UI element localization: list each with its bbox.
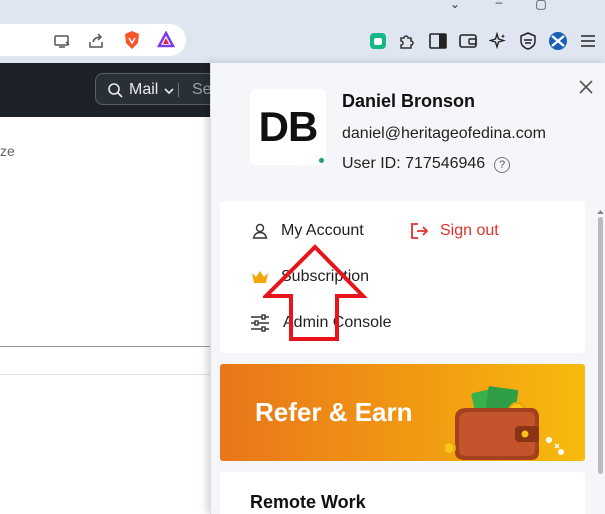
zoho-extension-icon[interactable] [368, 31, 388, 51]
remote-work-card: Remote Work [220, 472, 585, 514]
chevron-down-icon [164, 83, 174, 101]
scroll-up-icon[interactable] [596, 203, 605, 214]
browser-titlebar: ⌄ – ▢ [0, 0, 605, 20]
avatar-initials: DB [258, 103, 319, 150]
user-name: Daniel Bronson [342, 91, 476, 111]
section-title: Remote Work [250, 492, 366, 512]
close-icon[interactable] [578, 79, 594, 95]
leo-ai-icon[interactable] [488, 31, 508, 51]
refer-earn-banner[interactable]: Refer & Earn [220, 364, 585, 461]
install-app-icon[interactable] [52, 31, 72, 51]
wallet-icon[interactable] [458, 31, 478, 51]
browser-toolbar [0, 20, 605, 63]
brave-shields-icon[interactable] [122, 30, 142, 50]
help-icon[interactable]: ? [494, 157, 510, 173]
divider [178, 83, 179, 97]
search-input[interactable]: Se [192, 81, 212, 99]
address-bar[interactable] [0, 24, 186, 56]
profile-icon[interactable] [548, 31, 568, 51]
search-scope-label: Mail [129, 81, 159, 98]
maximize-icon[interactable]: ▢ [530, 0, 552, 10]
avatar[interactable]: DB [250, 89, 326, 165]
sidebar-icon[interactable] [428, 31, 448, 51]
menu-icon[interactable] [578, 31, 598, 51]
sign-out-icon [408, 220, 430, 242]
scrollbar-thumb[interactable] [598, 217, 603, 474]
user-icon [249, 220, 271, 242]
divider [0, 374, 214, 375]
online-status-indicator [317, 156, 326, 165]
chevron-down-icon[interactable]: ⌄ [444, 0, 466, 10]
annotation-arrow-icon [263, 244, 367, 341]
my-account-link[interactable]: My Account [281, 222, 364, 240]
divider [0, 346, 214, 347]
user-id: User ID: 717546946 [342, 155, 486, 172]
search-icon [107, 82, 123, 103]
extensions-icon[interactable] [397, 31, 417, 51]
vpn-shield-icon[interactable] [518, 31, 538, 51]
wallet-illustration-icon [445, 386, 564, 460]
minimize-icon[interactable]: – [488, 0, 510, 8]
sign-out-button[interactable]: Sign out [440, 222, 499, 240]
user-email: daniel@heritageofedina.com [342, 125, 546, 142]
banner-title: Refer & Earn [255, 397, 413, 427]
truncated-text: ze [0, 143, 15, 159]
share-icon[interactable] [86, 31, 106, 51]
brave-rewards-icon[interactable] [156, 30, 176, 50]
